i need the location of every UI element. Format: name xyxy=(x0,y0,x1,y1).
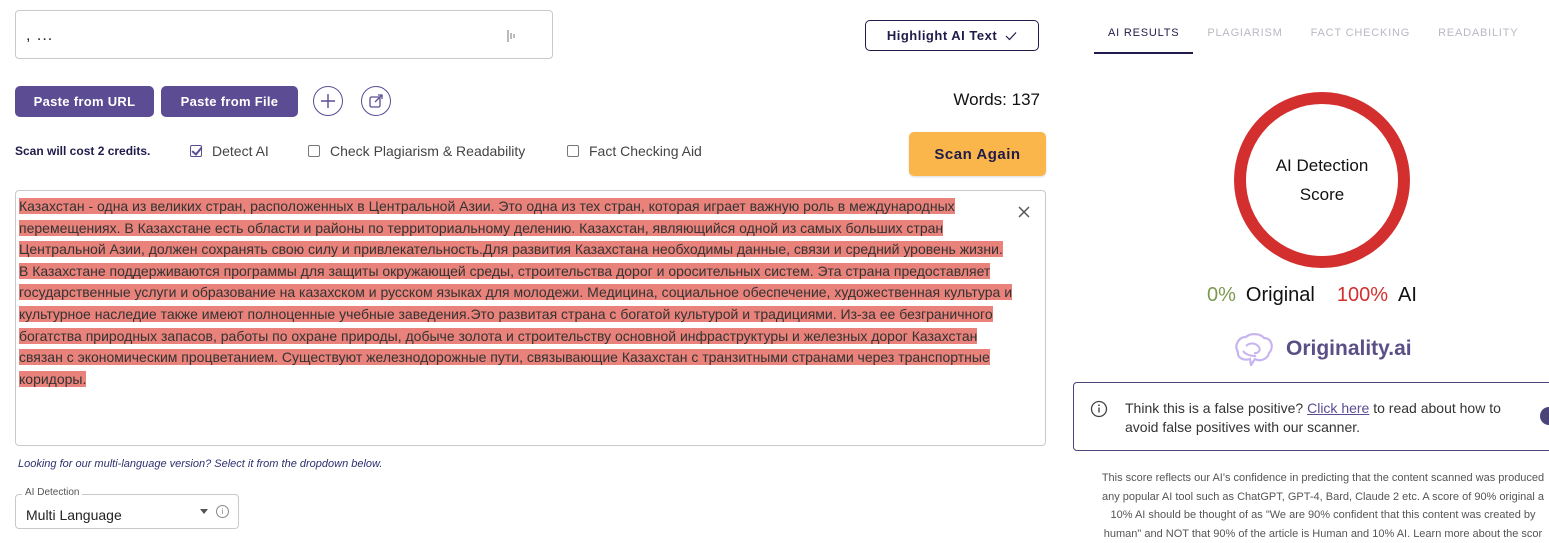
language-select-value: Multi Language xyxy=(26,507,122,523)
ai-percent: 100% xyxy=(1336,284,1388,306)
false-positive-prefix: Think this is a false positive? xyxy=(1125,400,1304,416)
disclaimer-line-2: any popular AI tool such as ChatGPT, GPT… xyxy=(1101,490,1545,503)
paste-from-url-button[interactable]: Paste from URL xyxy=(15,86,154,117)
content-editor[interactable]: Казахстан - одна из великих стран, распо… xyxy=(15,190,1046,446)
share-icon xyxy=(369,94,383,108)
disclaimer-line-3: 10% AI should be thought of as "We are 9… xyxy=(1110,509,1536,521)
info-circle-icon xyxy=(1090,400,1108,418)
false-positive-message: Think this is a false positive? Click he… xyxy=(1125,399,1525,437)
highlight-ai-text-button[interactable]: Highlight AI Text xyxy=(865,20,1039,51)
results-tabs: AI RESULTS PLAGIARISM FACT CHECKING READ… xyxy=(1094,27,1532,54)
original-label: Original xyxy=(1245,284,1315,306)
paste-from-url-label: Paste from URL xyxy=(33,94,136,109)
chevron-down-icon[interactable] xyxy=(200,509,208,514)
plagiarism-checkbox[interactable]: Check Plagiarism & Readability xyxy=(308,143,525,159)
word-count: Words: 137 xyxy=(953,90,1040,109)
title-value: , ... xyxy=(26,27,54,44)
ai-detection-score-ring: AI Detection Score xyxy=(1234,92,1410,268)
false-positive-notice: Think this is a false positive? Click he… xyxy=(1073,382,1549,451)
scan-again-label: Scan Again xyxy=(934,145,1021,163)
scan-again-button[interactable]: Scan Again xyxy=(909,132,1046,176)
brain-icon xyxy=(1235,333,1273,366)
plagiarism-check-box[interactable] xyxy=(308,145,320,157)
plagiarism-label: Check Plagiarism & Readability xyxy=(330,143,526,159)
plus-icon xyxy=(321,94,335,108)
editor-content[interactable]: Казахстан - одна из великих стран, распо… xyxy=(19,196,1014,390)
ring-title: AI Detection Score xyxy=(1275,156,1369,204)
text-cursor-icon xyxy=(507,30,515,42)
disclaimer-line-4: human" and NOT that 90% of the article i… xyxy=(1103,527,1543,540)
fact-checking-check-box[interactable] xyxy=(567,145,579,157)
score-disclaimer: This score reflects our AI's confidence … xyxy=(1073,469,1549,543)
tab-fact-checking[interactable]: FACT CHECKING xyxy=(1297,27,1424,54)
language-select[interactable]: AI Detection Multi Language i xyxy=(15,487,239,529)
highlight-ai-text-label: Highlight AI Text xyxy=(886,28,998,43)
detect-ai-label: Detect AI xyxy=(212,143,269,159)
disclaimer-line-1: This score reflects our AI's confidence … xyxy=(1101,472,1545,484)
tab-readability[interactable]: READABILITY xyxy=(1424,27,1532,54)
originality-logo: Originality.ai xyxy=(1232,332,1412,366)
paste-from-file-button[interactable]: Paste from File xyxy=(161,86,298,117)
detect-ai-checkbox[interactable]: Detect AI xyxy=(190,143,269,159)
check-icon xyxy=(1005,31,1017,40)
share-button[interactable] xyxy=(361,86,391,116)
ai-highlighted-text: Казахстан - одна из великих стран, распо… xyxy=(19,198,1013,387)
paste-from-file-label: Paste from File xyxy=(180,94,279,109)
close-icon[interactable] xyxy=(1540,407,1549,425)
fact-checking-checkbox[interactable]: Fact Checking Aid xyxy=(567,143,702,159)
tab-plagiarism[interactable]: PLAGIARISM xyxy=(1193,27,1296,54)
multi-language-note: Looking for our multi-language version? … xyxy=(18,458,383,470)
original-percent: 0% xyxy=(1207,284,1236,306)
info-icon[interactable]: i xyxy=(216,505,229,518)
add-button[interactable] xyxy=(313,86,343,116)
click-here-link[interactable]: Click here xyxy=(1307,400,1369,416)
score-summary: 0% Original 100% AI xyxy=(1207,284,1417,307)
brand-name: Originality.ai xyxy=(1286,337,1412,360)
fact-checking-label: Fact Checking Aid xyxy=(589,143,702,159)
document-title-input[interactable]: , ... xyxy=(15,10,553,59)
language-select-label: AI Detection xyxy=(22,487,83,498)
clear-text-icon[interactable] xyxy=(1016,204,1032,220)
detect-ai-check-box[interactable] xyxy=(190,145,202,157)
tab-ai-results[interactable]: AI RESULTS xyxy=(1094,27,1194,54)
scan-cost-text: Scan will cost 2 credits. xyxy=(15,144,151,158)
ai-label: AI xyxy=(1397,284,1417,306)
